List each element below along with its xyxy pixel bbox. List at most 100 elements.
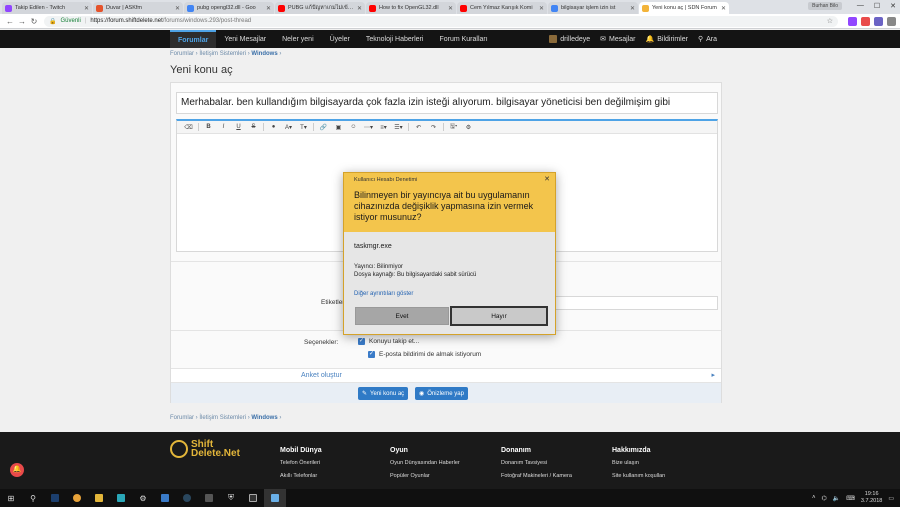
breadcrumb-windows[interactable]: Windows	[251, 415, 277, 421]
uac-no-button[interactable]: Hayır	[450, 306, 548, 326]
footer-link[interactable]: Donanım Tavsiyesi	[501, 460, 572, 466]
close-icon[interactable]: ✕	[544, 175, 550, 183]
back-icon[interactable]: ←	[4, 17, 16, 26]
close-icon[interactable]: ✕	[175, 5, 180, 12]
nav-uyeler[interactable]: Üyeler	[322, 30, 358, 48]
remove-format-icon[interactable]: ⌫	[181, 124, 196, 131]
extension-icon[interactable]	[861, 16, 870, 26]
tab-google-search-1[interactable]: pubg opengl32.dll - Goo ✕	[184, 2, 274, 14]
close-icon[interactable]: ✕	[630, 5, 635, 12]
breadcrumb-windows[interactable]: Windows	[251, 51, 277, 57]
close-icon[interactable]: ✕	[539, 5, 544, 12]
nav-forum-kurallari[interactable]: Forum Kuralları	[431, 30, 495, 48]
nav-teknoloji-haberleri[interactable]: Teknoloji Haberleri	[358, 30, 432, 48]
nav-forumlar[interactable]: Forumlar	[170, 30, 217, 48]
tab-youtube-3[interactable]: Cem Yılmaz Karışık Komi ✕	[457, 2, 547, 14]
close-icon[interactable]: ✕	[84, 5, 89, 12]
app-icon[interactable]	[154, 489, 176, 507]
extension-icon[interactable]	[874, 16, 883, 26]
settings-icon[interactable]: ⚙	[461, 124, 476, 131]
windows-start-icon[interactable]: ⊞	[0, 489, 22, 507]
align-icon[interactable]: ≡▾	[376, 124, 391, 131]
color-icon[interactable]: ●	[266, 124, 281, 130]
user-menu[interactable]: drilledeye	[544, 30, 595, 48]
minimize-icon[interactable]: —	[857, 2, 864, 10]
volume-icon[interactable]: 🔈	[833, 495, 840, 502]
security-shield-icon[interactable]: ⛨	[220, 489, 242, 507]
undo-icon[interactable]: ↶	[411, 124, 426, 131]
tab-youtube-1[interactable]: PUBG แก้ปัญหาเกมไม่เข้าข้อมูล✕	[275, 2, 365, 14]
tags-input[interactable]	[538, 296, 718, 310]
footer-link[interactable]: Oyun Dünyasından Haberler	[390, 460, 460, 466]
close-icon[interactable]: ✕	[448, 5, 453, 12]
uac-yes-button[interactable]: Evet	[355, 307, 449, 325]
tab-askfm[interactable]: Duvar | ASKfm ✕	[93, 2, 183, 14]
footer-link[interactable]: Site kullanım koşulları	[612, 473, 666, 479]
chevron-up-icon[interactable]: ˄	[812, 495, 816, 501]
alerts-link[interactable]: 🔔 Bildirimler	[641, 30, 693, 48]
list-icon[interactable]: ☰▾	[391, 124, 406, 131]
image-icon[interactable]: ▣	[331, 124, 346, 131]
notification-bell-icon[interactable]: 🔔	[10, 463, 24, 477]
chrome-icon[interactable]	[66, 489, 88, 507]
file-explorer-icon[interactable]	[88, 489, 110, 507]
bookmark-star-icon[interactable]: ☆	[827, 17, 833, 25]
breadcrumb-forumlar[interactable]: Forumlar	[170, 415, 194, 421]
footer-link[interactable]: Bize ulaşın	[612, 460, 666, 466]
language-icon[interactable]: ⌨	[846, 495, 855, 502]
taskbar-clock[interactable]: 19:16 3.7.2018	[861, 491, 882, 505]
redo-icon[interactable]: ↷	[426, 124, 441, 131]
bold-icon[interactable]: B	[201, 124, 216, 130]
create-poll-row[interactable]: Anket oluştur ▸	[171, 368, 721, 383]
steam-icon[interactable]	[176, 489, 198, 507]
breadcrumb-iletisim[interactable]: İletişim Sistemleri	[199, 51, 246, 57]
save-draft-icon[interactable]: 🖫▾	[446, 122, 461, 132]
watch-thread-checkbox[interactable]: ✓ Konuyu takip et...	[358, 338, 419, 345]
breadcrumb-iletisim[interactable]: İletişim Sistemleri	[199, 415, 246, 421]
uac-more-details-link[interactable]: Diğer ayrıntıları göster	[354, 291, 413, 297]
address-bar[interactable]: 🔒 Güvenli | https://forum.shiftdelete.ne…	[44, 15, 838, 27]
smilie-icon[interactable]: ☺	[346, 124, 361, 130]
preview-button[interactable]: ◉ Önizleme yap	[415, 387, 468, 400]
tab-sdn-forum[interactable]: Yeni konu aç | SDN Forum ✕	[639, 2, 729, 14]
twitch-extension-icon[interactable]	[848, 16, 857, 26]
breadcrumb-forumlar[interactable]: Forumlar	[170, 51, 194, 57]
email-notify-checkbox[interactable]: ✓ E-posta bildirimi de almak istiyorum	[368, 351, 481, 358]
underline-icon[interactable]: U	[231, 124, 246, 130]
close-window-icon[interactable]: ✕	[890, 2, 896, 10]
action-center-icon[interactable]: ▭	[888, 495, 894, 502]
search-link[interactable]: ⚲ Ara	[693, 30, 722, 48]
link-icon[interactable]: 🔗	[316, 124, 331, 131]
photoshop-icon[interactable]	[44, 489, 66, 507]
nav-yeni-mesajlar[interactable]: Yeni Mesajlar	[216, 30, 274, 48]
app-icon[interactable]	[110, 489, 132, 507]
close-icon[interactable]: ✕	[266, 5, 271, 12]
menu-icon[interactable]	[887, 16, 896, 26]
footer-link[interactable]: Popüler Oyunlar	[390, 473, 460, 479]
italic-icon[interactable]: I	[216, 124, 231, 130]
search-icon[interactable]: ⚲	[22, 489, 44, 507]
footer-link[interactable]: Fotoğraf Makineleri / Kamera	[501, 473, 572, 479]
reload-icon[interactable]: ↻	[28, 17, 40, 26]
settings-gear-icon[interactable]: ⚙	[132, 489, 154, 507]
footer-link[interactable]: Akıllı Telefonlar	[280, 473, 322, 479]
strikethrough-icon[interactable]: S	[246, 124, 261, 130]
post-thread-button[interactable]: ✎ Yeni konu aç	[358, 387, 409, 400]
font-family-icon[interactable]: T▾	[296, 124, 311, 131]
thread-title-input[interactable]: Merhabalar. ben kullandığım bilgisayarda…	[176, 92, 718, 114]
more-icon[interactable]: ⋯▾	[361, 124, 376, 131]
profile-badge[interactable]: Burhan Bilo	[808, 2, 842, 10]
task-manager-icon[interactable]	[264, 489, 286, 507]
tab-twitch[interactable]: Takip Edilen - Twitch ✕	[2, 2, 92, 14]
network-icon[interactable]: ⌬	[822, 495, 827, 502]
messages-link[interactable]: ✉ Mesajlar	[595, 30, 640, 48]
tab-youtube-2[interactable]: How to fix OpenGL32.dll ✕	[366, 2, 456, 14]
forward-icon[interactable]: →	[16, 17, 28, 26]
terminal-icon[interactable]	[242, 489, 264, 507]
tab-google-search-2[interactable]: bilgisayar işlem izin ist ✕	[548, 2, 638, 14]
footer-link[interactable]: Telefon Önerileri	[280, 460, 322, 466]
close-icon[interactable]: ✕	[357, 5, 362, 12]
store-icon[interactable]	[198, 489, 220, 507]
nav-neler-yeni[interactable]: Neler yeni	[274, 30, 322, 48]
close-icon[interactable]: ✕	[721, 5, 726, 12]
